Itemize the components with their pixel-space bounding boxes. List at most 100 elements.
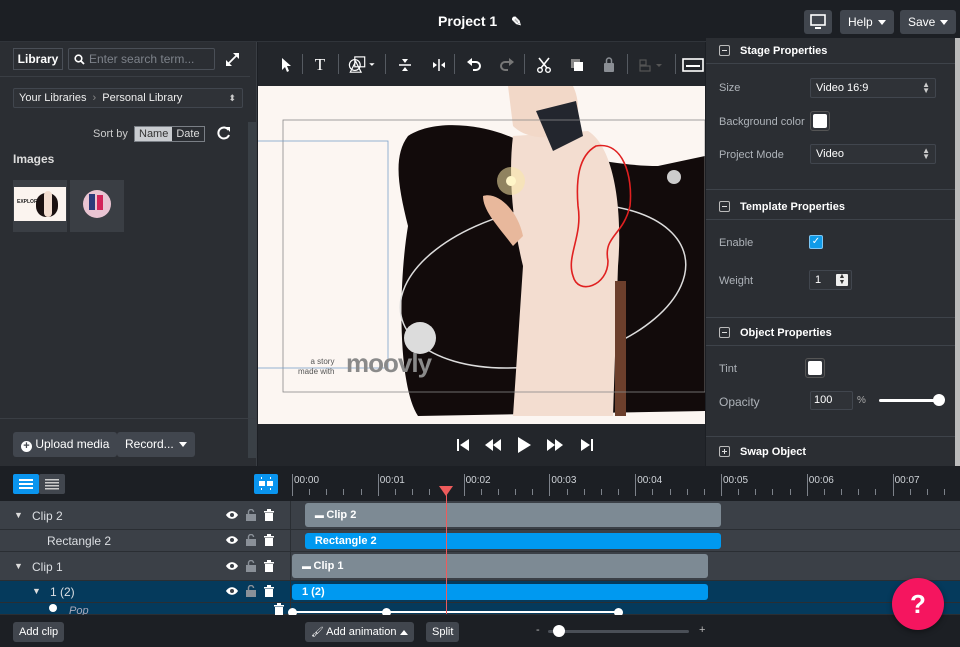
expand-icon[interactable]	[719, 446, 730, 457]
lock-open-icon[interactable]	[246, 508, 256, 524]
rewind-icon[interactable]	[484, 438, 502, 452]
clip-bar[interactable]: ▬ Clip 2	[304, 503, 721, 527]
text-tool-icon[interactable]: T	[312, 56, 328, 74]
library-scrollbar[interactable]	[248, 122, 256, 458]
trash-icon[interactable]	[264, 534, 274, 549]
sort-date-option[interactable]: Date	[172, 127, 203, 141]
add-animation-button[interactable]: 🖌 Add animation	[305, 622, 415, 642]
visibility-eye-icon[interactable]	[226, 585, 238, 600]
rectangle-2-selection[interactable]	[258, 140, 389, 369]
collapse-icon[interactable]	[719, 45, 730, 56]
lock-open-icon[interactable]	[246, 559, 256, 575]
library-breadcrumb[interactable]: Your Libraries › Personal Library ⬍	[13, 88, 243, 108]
cut-icon[interactable]	[536, 56, 552, 74]
collapse-icon[interactable]	[719, 327, 730, 338]
library-search[interactable]	[68, 48, 215, 70]
skip-to-end-icon[interactable]	[580, 438, 594, 452]
save-button[interactable]: Save	[900, 10, 957, 34]
timeline-row-object[interactable]: Rectangle 2 Rectangle 2	[0, 530, 960, 552]
opacity-input[interactable]: 100	[810, 391, 853, 410]
background-color-swatch[interactable]	[810, 111, 830, 131]
redo-icon[interactable]	[499, 56, 515, 74]
record-menu-button[interactable]: Record...	[117, 432, 195, 457]
timeline-row-clip[interactable]: ▼ Clip 1 ▬ Clip 1	[0, 552, 960, 581]
expand-triangle-icon[interactable]: ▼	[14, 510, 23, 520]
collapse-icon[interactable]	[719, 201, 730, 212]
align-horizontal-center-icon[interactable]	[431, 56, 447, 74]
caption-icon[interactable]	[682, 56, 704, 74]
timeline-row-clip[interactable]: ▼ Clip 2 ▬ Clip 2	[0, 501, 960, 530]
refresh-icon[interactable]	[216, 125, 232, 141]
project-title[interactable]: Project 1	[438, 13, 497, 29]
add-clip-button[interactable]: Add clip	[13, 622, 65, 642]
clip-bar[interactable]: ▬ Clip 1	[292, 554, 709, 578]
expanded-view-button[interactable]	[13, 474, 39, 494]
play-icon[interactable]	[516, 436, 532, 454]
size-select[interactable]: Video 16:9 ▲ ▼	[810, 78, 936, 98]
breadcrumb-item[interactable]: Personal Library	[102, 92, 182, 104]
visibility-eye-icon[interactable]	[226, 509, 238, 524]
skip-to-start-icon[interactable]	[456, 438, 470, 452]
project-mode-select[interactable]: Video ▲ ▼	[810, 144, 936, 164]
template-properties-header[interactable]: Template Properties	[706, 194, 955, 220]
library-tab[interactable]: Library	[13, 48, 63, 70]
duplicate-icon[interactable]	[570, 56, 584, 74]
add-animation-label: Add animation	[326, 626, 397, 638]
properties-scrollbar[interactable]	[955, 38, 960, 466]
expand-triangle-icon[interactable]: ▼	[32, 586, 41, 596]
swap-object-header[interactable]: Swap Object	[706, 439, 955, 465]
upload-media-button[interactable]: + Upload media	[13, 432, 118, 457]
select-arrow-icon[interactable]	[280, 56, 292, 74]
row-label[interactable]: Rectangle 2	[47, 534, 111, 548]
weight-stepper[interactable]: 1 ▲ ▼	[809, 270, 852, 290]
trash-icon[interactable]	[264, 585, 274, 600]
fast-forward-icon[interactable]	[546, 438, 564, 452]
tint-color-swatch[interactable]	[805, 358, 825, 378]
visibility-eye-icon[interactable]	[226, 534, 238, 549]
timeline-row-object[interactable]: ▼ 1 (2) 1 (2)	[0, 581, 960, 603]
playhead-handle[interactable]	[439, 485, 454, 497]
lock-open-icon[interactable]	[246, 584, 256, 600]
opacity-slider-thumb[interactable]	[933, 394, 945, 406]
stepper-arrows-icon[interactable]: ▲ ▼	[836, 273, 848, 286]
breadcrumb-item[interactable]: Your Libraries	[19, 92, 86, 104]
object-bar[interactable]: 1 (2)	[292, 584, 709, 600]
timeline-ruler[interactable]: 00:00 00:01 00:02 00:03 00:04 00:05 00:06 00:07	[290, 466, 960, 500]
image-thumbnail[interactable]	[70, 180, 124, 232]
enable-checkbox[interactable]: ✓	[809, 235, 823, 249]
timeline-row-animation[interactable]: Pop	[0, 603, 960, 617]
zoom-in-icon[interactable]: +	[699, 624, 705, 636]
trash-icon[interactable]	[264, 559, 274, 575]
object-properties-header[interactable]: Object Properties	[706, 320, 955, 346]
search-input[interactable]	[89, 52, 209, 66]
stage-properties-header[interactable]: Stage Properties	[706, 38, 955, 64]
sort-name-option[interactable]: Name	[135, 127, 173, 141]
row-label[interactable]: 1 (2)	[50, 585, 75, 599]
row-label[interactable]: Clip 1	[32, 560, 63, 574]
snap-toggle-button[interactable]	[254, 474, 278, 494]
arrange-icon[interactable]	[638, 56, 666, 74]
lock-open-icon[interactable]	[246, 533, 256, 549]
image-thumbnail[interactable]: EXPLORE	[13, 180, 67, 232]
row-label[interactable]: Clip 2	[32, 509, 63, 523]
timeline-zoom-thumb[interactable]	[553, 625, 566, 637]
visibility-eye-icon[interactable]	[226, 560, 238, 575]
shapes-tool-icon[interactable]	[346, 56, 378, 74]
undo-icon[interactable]	[466, 56, 482, 74]
opacity-slider-track[interactable]	[879, 399, 939, 402]
help-menu-button[interactable]: Help	[840, 10, 894, 34]
edit-title-icon[interactable]: ✎	[511, 14, 522, 30]
trash-icon[interactable]	[264, 508, 274, 524]
expand-icon[interactable]	[224, 51, 241, 68]
help-fab-button[interactable]: ?	[892, 578, 944, 630]
compact-view-button[interactable]	[39, 474, 65, 494]
lock-icon[interactable]	[603, 56, 615, 74]
zoom-out-icon[interactable]: -	[536, 624, 540, 636]
preview-button[interactable]	[804, 10, 832, 34]
expand-triangle-icon[interactable]: ▼	[14, 561, 23, 571]
align-vertical-center-icon[interactable]	[398, 56, 412, 74]
split-button[interactable]: Split	[426, 622, 460, 642]
stage-canvas[interactable]: a story made with moovly	[258, 86, 705, 424]
object-bar[interactable]: Rectangle 2	[304, 533, 721, 549]
timeline-zoom-slider[interactable]	[548, 630, 689, 633]
